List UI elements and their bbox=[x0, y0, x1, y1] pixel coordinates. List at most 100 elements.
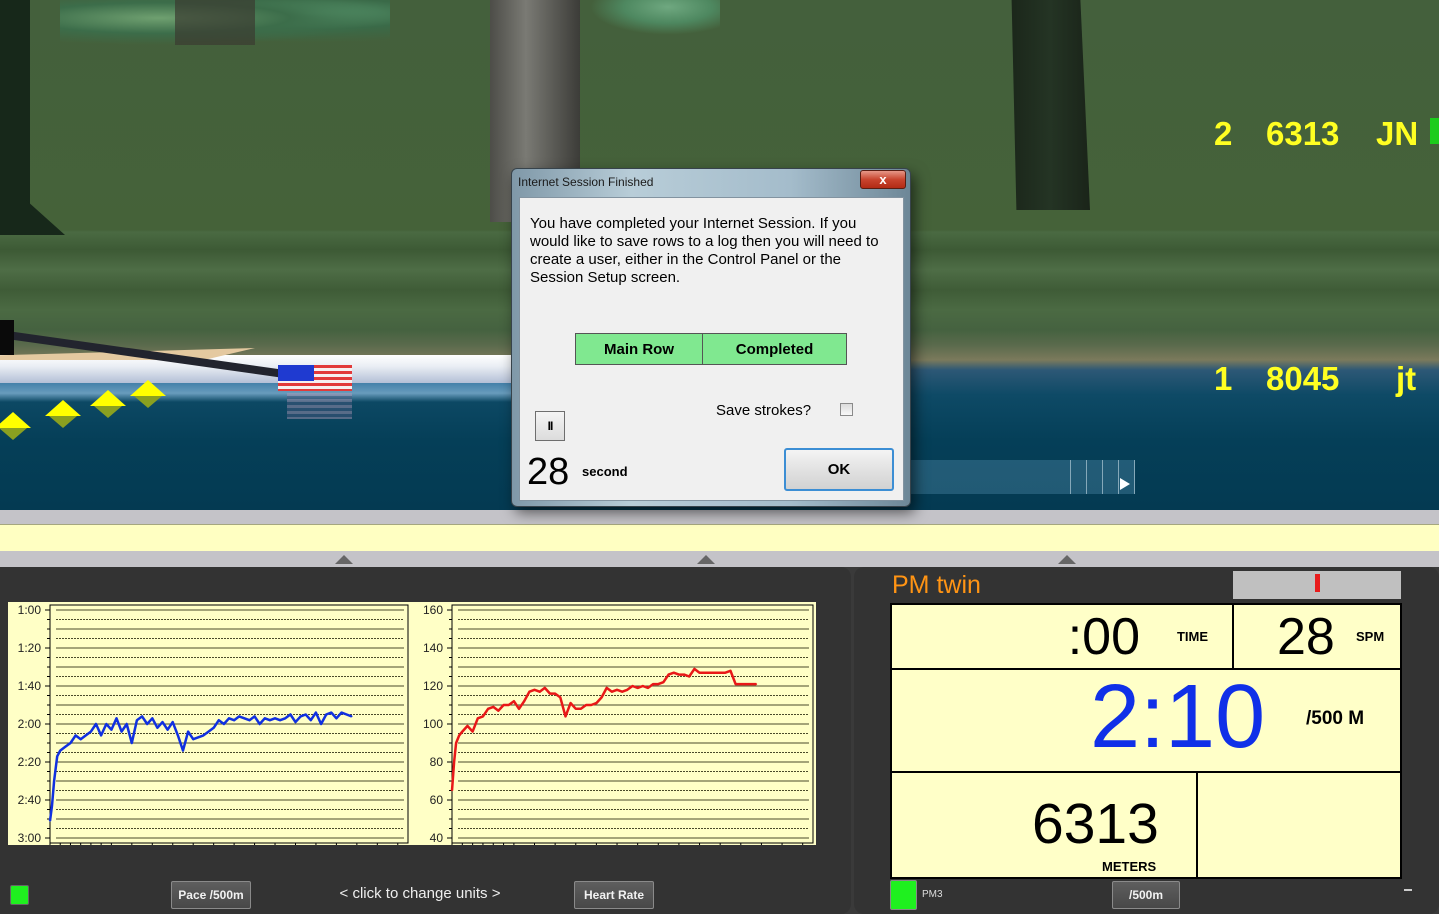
force-marker bbox=[1315, 574, 1320, 592]
message-bar bbox=[0, 524, 1439, 551]
data-point bbox=[683, 673, 685, 676]
data-point bbox=[141, 715, 143, 718]
pm-connection-led bbox=[890, 880, 917, 910]
data-point bbox=[177, 734, 179, 737]
expand-up-icon[interactable] bbox=[335, 555, 353, 564]
heart-rate-units-button[interactable]: Heart Rate bbox=[574, 881, 654, 909]
data-point bbox=[502, 704, 505, 706]
data-point bbox=[182, 749, 184, 752]
data-point bbox=[544, 687, 546, 689]
standing-name: JN bbox=[1376, 115, 1419, 152]
data-point bbox=[672, 671, 675, 674]
series-line bbox=[450, 667, 757, 791]
progress-ticker bbox=[910, 460, 1135, 494]
expand-up-icon[interactable] bbox=[697, 555, 715, 564]
dialog-message: You have completed your Internet Session… bbox=[530, 215, 879, 286]
data-point bbox=[590, 704, 593, 706]
pm-units-button[interactable]: /500m bbox=[1112, 881, 1180, 909]
data-point bbox=[325, 713, 327, 716]
pace-chart: 1:001:201:402:002:202:403:000102030 bbox=[18, 603, 409, 845]
y-tick-label: 60 bbox=[430, 793, 444, 807]
data-point bbox=[703, 671, 706, 674]
data-point bbox=[461, 730, 464, 733]
pm-model-label: PM3 bbox=[922, 889, 943, 900]
y-tick-label: 1:40 bbox=[18, 679, 42, 693]
tick-line bbox=[1134, 460, 1135, 494]
data-point bbox=[161, 721, 164, 723]
data-point bbox=[455, 742, 457, 744]
data-point bbox=[171, 721, 174, 723]
data-point bbox=[605, 687, 608, 689]
data-point bbox=[652, 683, 654, 685]
countdown-unit: second bbox=[582, 464, 628, 479]
play-arrow-icon[interactable] bbox=[1120, 478, 1130, 490]
data-point bbox=[528, 690, 531, 693]
usa-flag-icon bbox=[278, 365, 352, 391]
pause-button[interactable]: II bbox=[535, 411, 565, 441]
data-point bbox=[69, 742, 72, 744]
lane-buoy-icon bbox=[45, 400, 81, 428]
data-point bbox=[518, 708, 520, 710]
y-tick-label: 2:00 bbox=[18, 717, 42, 731]
data-point bbox=[59, 749, 62, 752]
data-point bbox=[611, 690, 613, 693]
tick-line bbox=[1118, 460, 1119, 494]
data-point bbox=[64, 746, 67, 748]
minimize-icon[interactable] bbox=[1404, 889, 1412, 891]
data-point bbox=[207, 730, 210, 733]
data-point bbox=[115, 717, 118, 720]
data-point bbox=[258, 723, 261, 725]
data-point bbox=[585, 704, 587, 706]
data-point bbox=[688, 675, 691, 678]
y-tick-label: 140 bbox=[423, 641, 443, 655]
chart-panel: 1:001:201:402:002:202:403:000102030 4060… bbox=[0, 567, 851, 914]
data-point bbox=[233, 719, 235, 721]
data-point bbox=[569, 702, 572, 704]
data-point bbox=[636, 687, 639, 689]
data-point bbox=[750, 683, 752, 685]
data-point bbox=[310, 719, 312, 721]
data-point bbox=[549, 692, 551, 695]
data-point bbox=[647, 687, 649, 689]
data-point bbox=[451, 789, 453, 792]
spm-cell: 28 SPM bbox=[1232, 603, 1402, 670]
data-point bbox=[335, 717, 338, 720]
expand-up-icon[interactable] bbox=[1058, 555, 1076, 564]
tick-line bbox=[1070, 460, 1071, 494]
close-button[interactable]: x bbox=[860, 170, 906, 189]
data-point bbox=[740, 683, 742, 685]
countdown-value: 28 bbox=[527, 451, 570, 493]
data-point bbox=[487, 708, 489, 710]
spm-value: 28 bbox=[1277, 608, 1335, 666]
ok-button[interactable]: OK bbox=[784, 448, 894, 491]
data-point bbox=[110, 728, 113, 731]
data-point bbox=[197, 736, 200, 739]
data-point bbox=[709, 671, 711, 674]
data-point bbox=[248, 719, 251, 721]
water-reflection bbox=[0, 380, 520, 402]
data-point bbox=[574, 708, 577, 710]
data-point bbox=[507, 704, 510, 706]
tree-trunk bbox=[0, 0, 30, 235]
meters-label: METERS bbox=[1102, 859, 1157, 874]
data-point bbox=[166, 728, 169, 731]
data-point bbox=[274, 717, 276, 720]
data-point bbox=[269, 719, 271, 721]
data-point bbox=[471, 730, 474, 733]
change-units-hint[interactable]: < click to change units > bbox=[300, 885, 540, 902]
data-point bbox=[238, 715, 241, 718]
tick-line bbox=[1086, 460, 1087, 494]
data-point bbox=[125, 723, 128, 725]
data-point bbox=[458, 734, 461, 737]
pace-units-button[interactable]: Pace /500m bbox=[171, 881, 251, 909]
pace-label: /500 M bbox=[1306, 708, 1365, 729]
data-point bbox=[538, 690, 541, 693]
save-strokes-checkbox[interactable] bbox=[840, 403, 853, 416]
panel-toggle-strip bbox=[0, 551, 1439, 567]
row-status-table: Main Row Completed bbox=[575, 333, 847, 365]
tree-foliage bbox=[590, 0, 720, 35]
data-point bbox=[734, 683, 737, 685]
data-point bbox=[299, 715, 302, 718]
data-point bbox=[131, 742, 133, 744]
data-point bbox=[600, 696, 603, 699]
